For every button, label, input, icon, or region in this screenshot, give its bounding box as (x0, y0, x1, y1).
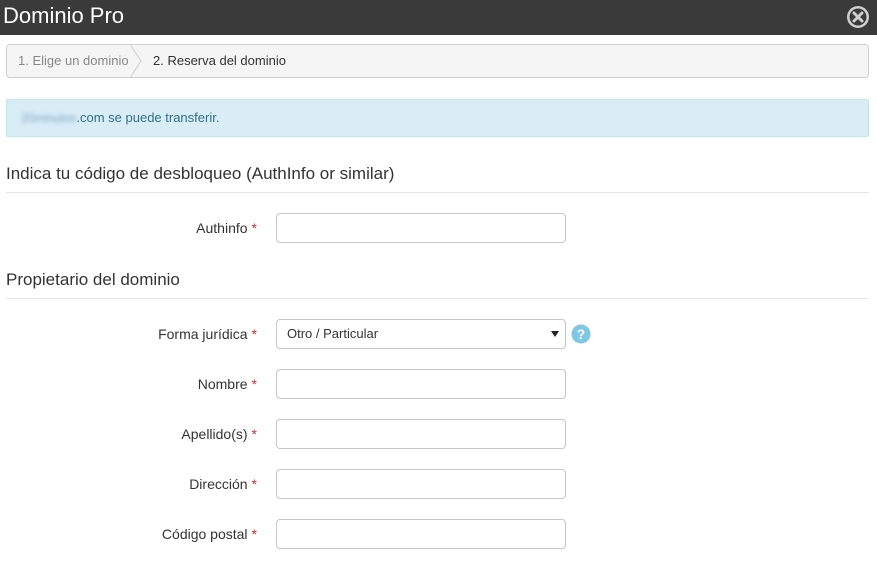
section-title-owner: Propietario del dominio (6, 270, 180, 289)
alert-message: .com se puede transferir. (76, 110, 220, 125)
codigo-postal-input[interactable] (276, 519, 566, 549)
nombre-label: Nombre * (197, 376, 257, 392)
section-divider (6, 192, 869, 193)
modal-title: Dominio Pro (3, 3, 125, 28)
apellidos-input[interactable] (276, 419, 566, 449)
wizard-breadcrumb: 1. Elige un dominio 2. Reserva del domin… (6, 44, 869, 78)
authinfo-row: Authinfo * (0, 213, 877, 243)
forma-juridica-selected: Otro / Particular (287, 326, 379, 341)
forma-juridica-label: Forma jurídica * (158, 326, 257, 342)
required-marker: * (251, 220, 257, 236)
modal-titlebar: Dominio Pro (0, 0, 877, 35)
forma-juridica-select[interactable]: Otro / Particular (276, 319, 566, 349)
nombre-row: Nombre * (0, 369, 877, 399)
required-marker: * (251, 376, 257, 392)
required-marker: * (251, 426, 257, 442)
direccion-label: Dirección * (189, 476, 257, 492)
codigo-postal-row: Código postal * (0, 519, 877, 549)
required-marker: * (251, 526, 257, 542)
apellidos-row: Apellido(s) * (0, 419, 877, 449)
help-icon[interactable]: ? (571, 324, 591, 344)
transfer-alert: 20minutos.com se puede transferir. (6, 99, 869, 137)
nombre-input[interactable] (276, 369, 566, 399)
close-icon[interactable] (846, 5, 870, 29)
chevron-down-icon (551, 331, 559, 337)
codigo-postal-label: Código postal * (161, 526, 257, 542)
section-title-authinfo: Indica tu código de desbloqueo (AuthInfo… (6, 164, 395, 183)
section-divider (6, 298, 869, 299)
svg-text:?: ? (577, 326, 586, 342)
required-marker: * (251, 326, 257, 342)
forma-juridica-row: Forma jurídica * Otro / Particular ? (0, 319, 877, 349)
apellidos-label: Apellido(s) * (181, 426, 257, 442)
authinfo-label: Authinfo * (196, 220, 257, 236)
breadcrumb-separator-icon (130, 45, 142, 77)
alert-domain-name: 20minutos (21, 111, 77, 125)
direccion-row: Dirección * (0, 469, 877, 499)
breadcrumb-step-2: 2. Reserva del dominio (153, 53, 286, 68)
direccion-input[interactable] (276, 469, 566, 499)
authinfo-input[interactable] (276, 213, 566, 243)
required-marker: * (251, 476, 257, 492)
breadcrumb-step-1[interactable]: 1. Elige un dominio (18, 45, 129, 77)
